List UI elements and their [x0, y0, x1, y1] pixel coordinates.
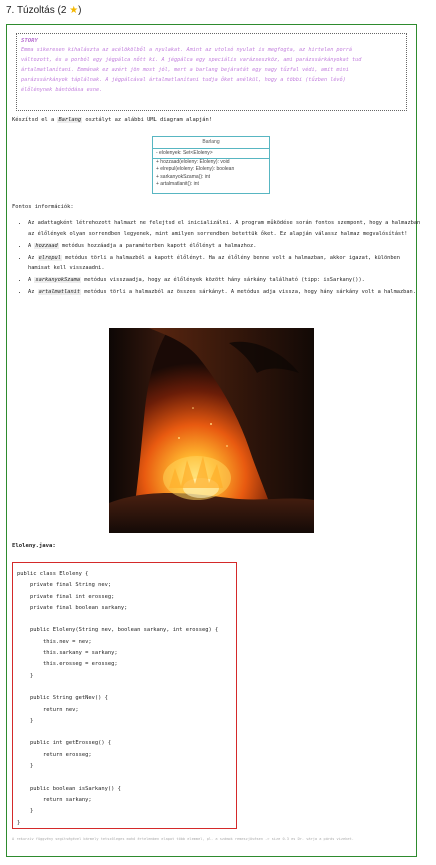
code-line: }: [17, 808, 34, 815]
important-item: Az adattagként létrehozott halmazt ne fe…: [28, 218, 423, 239]
code-line: private final boolean sarkany;: [17, 604, 128, 611]
inline-code: elrepul: [37, 254, 62, 261]
lava-cave-image: [109, 328, 314, 533]
story-line: élőlénynek bántódása esne.: [21, 87, 103, 93]
intro-before: Készítsd el a: [12, 117, 58, 123]
footnote: A rekurzív függvény segítségével bármely…: [12, 837, 354, 841]
item-text: Az adattagként létrehozott halmazt ne fe…: [28, 220, 421, 237]
inline-code: sarkanyokSzama: [34, 277, 82, 283]
item-text: Az: [28, 289, 38, 295]
uml-operations: + hozzaad(eloleny: Eloleny): void + elre…: [153, 159, 269, 188]
intro-code: Barlang: [57, 117, 83, 123]
story-line: ártalmatlanítani. Emmának ez azért jön m…: [21, 67, 349, 73]
item-text: metódus törli a halmazból a kapott élőlé…: [28, 254, 400, 272]
item-text: metódus hozzáadja a paraméterben kapott …: [58, 242, 257, 249]
code-line: return nev;: [17, 706, 79, 713]
code-line: return sarkany;: [17, 796, 92, 803]
story-line: Emma sikeresen kihalászta az acélökölből…: [21, 47, 353, 53]
uml-attribute: - elolenyek: Set<Eloleny>: [153, 149, 269, 159]
inline-code: artalmatlanit: [37, 289, 82, 295]
code-listing: public class Eloleny { private final Str…: [17, 569, 236, 829]
task-title-text: 7. Túzoltás (2: [6, 5, 67, 16]
story-line: változott, és a porból egy jégpálca nőtt…: [21, 57, 362, 63]
uml-operation: + sarkanyokSzama(): int: [156, 173, 211, 180]
code-line: return erosseg;: [17, 751, 92, 758]
code-line: }: [17, 763, 34, 770]
uml-operation: + elrepul(eloleny: Eloleny): boolean: [156, 166, 235, 173]
code-block: public class Eloleny { private final Str…: [12, 562, 237, 829]
code-line: this.sarkany = sarkany;: [17, 650, 118, 657]
uml-operation: + artalmatlanit(): int: [156, 180, 199, 187]
important-item: A sarkanyokSzama metódus visszaadja, hog…: [28, 275, 423, 286]
code-line: public int getErosseg() {: [17, 740, 112, 747]
uml-diagram: Barlang - elolenyek: Set<Eloleny> + hozz…: [152, 136, 270, 194]
intro-after: osztályt az alábbi UML diagram alapján!: [82, 117, 212, 123]
inline-code: hozzaad: [34, 242, 59, 249]
important-item: Az artalmatlanit metódus törli a halmazb…: [28, 287, 423, 298]
task-title-close: ): [78, 5, 82, 16]
code-line: private final String nev;: [17, 582, 112, 589]
code-line: this.erosseg = erosseg;: [17, 661, 118, 668]
task-title: 7. Túzoltás (2 ★): [6, 5, 82, 16]
item-text: metódus törli a halmazból az összes sárk…: [81, 289, 416, 295]
story-heading: STORY: [21, 38, 38, 44]
code-line: private final int erosseg;: [17, 593, 115, 600]
intro-text: Készítsd el a Barlang osztályt az alábbi…: [12, 117, 212, 123]
code-line: this.nev = nev;: [17, 638, 92, 645]
important-heading: Fontos információk:: [12, 204, 74, 210]
important-item: Az elrepul metódus törli a halmazból a k…: [28, 253, 423, 274]
code-line: public class Eloleny {: [17, 571, 89, 577]
item-text: metódus visszaadja, hogy az élőlények kö…: [81, 277, 365, 283]
code-file-label: Eloleny.java:: [12, 543, 56, 549]
important-item: A hozzaad metódus hozzáadja a paraméterb…: [28, 241, 423, 252]
uml-operation: + hozzaad(eloleny: Eloleny): void: [156, 159, 230, 165]
story-text: Emma sikeresen kihalászta az acélökölből…: [21, 45, 402, 95]
item-text: Az: [28, 254, 38, 261]
uml-class-name: Barlang: [153, 137, 269, 149]
important-list: Az adattagként létrehozott halmazt ne fe…: [12, 218, 423, 299]
code-line: public Eloleny(String nev, boolean sarka…: [17, 627, 219, 634]
story-box: STORY Emma sikeresen kihalászta az acélö…: [16, 33, 407, 111]
code-line: public boolean isSarkany() {: [17, 785, 121, 792]
code-line: }: [17, 672, 34, 679]
lava-cave-illustration: [109, 328, 314, 533]
code-line: }: [17, 819, 21, 826]
code-line: public String getNev() {: [17, 695, 108, 702]
story-line: parázssárkányok táplálnak. A jégpálcával…: [21, 77, 346, 83]
code-line: }: [17, 717, 34, 724]
star-icon: ★: [69, 5, 79, 16]
